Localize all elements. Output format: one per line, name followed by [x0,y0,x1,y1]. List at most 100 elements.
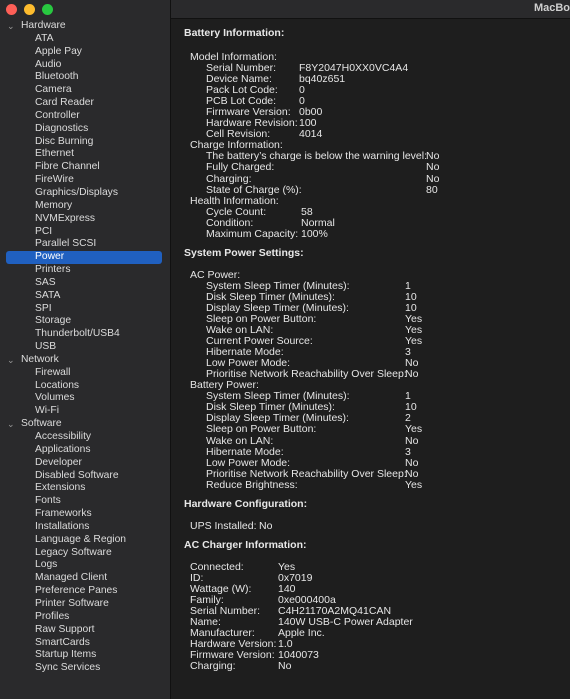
info-value: 100% [301,227,328,240]
chevron-down-icon[interactable]: ⌄ [7,354,15,367]
sidebar-group-label: Software [21,418,62,430]
sidebar-item[interactable]: Diagnostics [0,123,170,136]
sidebar-item[interactable]: Fonts [0,495,170,508]
sidebar-item[interactable]: SmartCards [0,637,170,650]
info-key: UPS Installed: [190,519,257,532]
sidebar-group-software[interactable]: ⌄ Software [0,418,170,431]
info-value: No [405,434,419,447]
sidebar-item[interactable]: Parallel SCSI [0,238,170,251]
sidebar-item[interactable]: Fibre Channel [0,161,170,174]
window-controls [6,4,53,15]
info-value: 80 [426,183,438,196]
info-key: Low Power Mode: [206,456,291,469]
sidebar-item[interactable]: Developer [0,457,170,470]
sidebar-group-hardware[interactable]: ⌄ Hardware [0,20,170,33]
sidebar-item[interactable]: Accessibility [0,431,170,444]
info-row: Sleep on Power Button: Yes [184,424,570,435]
info-value: bq40z651 [299,73,346,86]
info-value: Yes [405,423,423,436]
sidebar-item[interactable]: SATA [0,290,170,303]
chevron-down-icon[interactable]: ⌄ [7,20,15,33]
info-value: 3 [405,445,411,458]
sidebar-item[interactable]: Language & Region [0,534,170,547]
sidebar-item[interactable]: Disabled Software [0,470,170,483]
sidebar-item[interactable]: Profiles [0,611,170,624]
sidebar-item[interactable]: PCI [0,226,170,239]
sidebar-item[interactable]: Ethernet [0,148,170,161]
sidebar-item[interactable]: USB [0,341,170,354]
ac-charger-information-heading: AC Charger Information: [184,538,307,551]
sidebar-item[interactable]: Power [6,251,162,265]
info-key: Charging: [206,172,252,185]
sidebar-item[interactable]: Disc Burning [0,136,170,149]
sidebar-item[interactable]: SAS [0,277,170,290]
info-value: Yes [405,478,423,491]
sidebar-item[interactable]: Card Reader [0,97,170,110]
sidebar-item[interactable]: Bluetooth [0,71,170,84]
window-title: MacBo [533,2,570,14]
sidebar-item[interactable]: Preference Panes [0,585,170,598]
sidebar-item[interactable]: Printer Software [0,598,170,611]
info-key: Charging: [190,660,236,673]
info-row: Low Power Mode: No [184,456,570,469]
info-value: No [405,456,419,469]
info-row: Charging: No [184,661,570,672]
sidebar-item[interactable]: Volumes [0,392,170,405]
sidebar-item[interactable]: Thunderbolt/USB4 [0,328,170,341]
sidebar-item[interactable]: Applications [0,444,170,457]
sidebar-item[interactable]: Logs [0,559,170,572]
info-row: Wake on LAN: No [184,434,570,447]
sidebar-item[interactable]: Frameworks [0,508,170,521]
sidebar-item[interactable]: Raw Support [0,624,170,637]
sidebar-item[interactable]: Memory [0,200,170,213]
sidebar-item[interactable]: Storage [0,315,170,328]
sidebar-item[interactable]: Audio [0,59,170,72]
sidebar-item[interactable]: Printers [0,264,170,277]
sidebar-item[interactable]: Locations [0,380,170,393]
info-row: Charging: No [184,172,570,185]
sidebar-item[interactable]: Managed Client [0,572,170,585]
minimize-button[interactable] [24,4,35,15]
health-information-label: Health Information: [184,194,570,207]
sidebar-item[interactable]: Wi-Fi [0,405,170,418]
sidebar-item[interactable]: Installations [0,521,170,534]
sidebar-item[interactable]: FireWire [0,174,170,187]
info-key: Hibernate Mode: [206,445,284,458]
detail-pane: Battery Information: Model Information: Se… [184,28,570,672]
sidebar-item[interactable]: Graphics/Displays [0,187,170,200]
sidebar-item[interactable]: Extensions [0,482,170,495]
sidebar-item[interactable]: Firewall [0,367,170,380]
info-value: No [426,161,440,174]
section-label: Health Information: [190,194,279,207]
info-key: Maximum Capacity: [206,227,299,240]
info-row: State of Charge (%): 80 [184,183,570,196]
sidebar-item[interactable]: Controller [0,110,170,123]
info-row: UPS Installed: No [184,519,570,532]
sidebar: ⌄ Hardware ATA Apple Pay Audio Bluetooth Camer… [0,0,171,699]
info-row: Wattage (W): 140 [184,583,570,595]
info-key: Fully Charged: [206,161,275,174]
sidebar-group-network[interactable]: ⌄ Network [0,354,170,367]
sidebar-item[interactable]: Sync Services [0,662,170,675]
zoom-button[interactable] [42,4,53,15]
sidebar-item[interactable]: SPI [0,303,170,316]
sidebar-item[interactable]: Startup Items [0,649,170,662]
sidebar-item[interactable]: Camera [0,84,170,97]
info-value: 4014 [299,128,323,141]
info-value: No [405,368,419,381]
info-value: No [426,172,440,185]
info-row: Connected: Yes [184,561,570,573]
sidebar-item[interactable]: Apple Pay [0,46,170,59]
sidebar-item[interactable]: ATA [0,33,170,46]
sidebar-item[interactable]: NVMExpress [0,213,170,226]
info-key: Sleep on Power Button: [206,423,317,436]
chevron-down-icon[interactable]: ⌄ [7,418,15,431]
battery-information-heading: Battery Information: [184,27,285,39]
info-value: No [278,660,292,673]
sidebar-item[interactable]: Legacy Software [0,547,170,560]
info-key: State of Charge (%): [206,183,302,196]
info-value: No [259,519,273,532]
info-row: Maximum Capacity: 100% [184,227,570,240]
close-button[interactable] [6,4,17,15]
info-row: Fully Charged: No [184,162,570,173]
